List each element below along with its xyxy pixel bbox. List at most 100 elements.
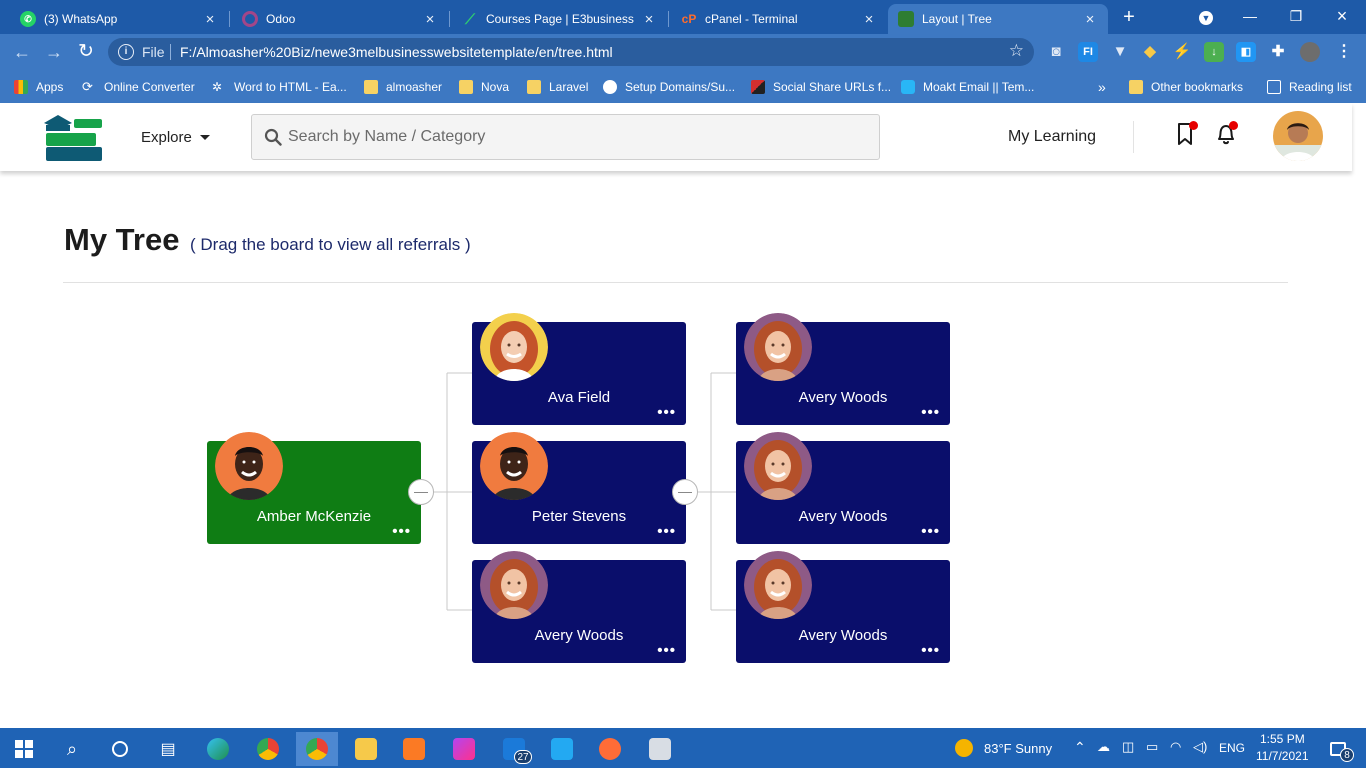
minimize-icon[interactable]: — <box>1230 4 1270 28</box>
search-box[interactable] <box>251 114 880 160</box>
bookmark-word-to-html[interactable]: ✲ Word to HTML - Ea... <box>212 77 347 97</box>
chrome-icon[interactable] <box>248 732 288 766</box>
notifications-button[interactable] <box>1214 121 1238 147</box>
bookmark-social-share[interactable]: Social Share URLs f... <box>751 77 891 97</box>
tree-node-level2-2[interactable]: Avery Woods ••• <box>736 441 950 544</box>
tab-whatsapp[interactable]: ✆ (3) WhatsApp × <box>10 4 228 34</box>
browser-menu-icon[interactable]: ⋮ <box>1334 42 1354 62</box>
app-window-icon[interactable] <box>640 732 680 766</box>
bookmark-moakt-email[interactable]: Moakt Email || Tem... <box>901 77 1034 97</box>
restore-icon[interactable]: ❐ <box>1276 4 1316 28</box>
volume-icon[interactable]: ◁) <box>1193 739 1207 755</box>
node-name: Avery Woods <box>798 389 888 406</box>
file-explorer-icon[interactable] <box>346 732 386 766</box>
bookmark-almoasher[interactable]: almoasher <box>364 77 442 97</box>
bookmark-setup-domains[interactable]: Setup Domains/Su... <box>603 77 735 97</box>
converter-icon: ⟳ <box>82 79 93 94</box>
more-options-icon[interactable]: ••• <box>657 405 676 420</box>
bookmark-online-converter[interactable]: ⟳ Online Converter <box>82 77 195 97</box>
bookmark-button[interactable] <box>1174 121 1198 147</box>
xampp-icon[interactable] <box>394 732 434 766</box>
tab-courses[interactable]: ⟋ Courses Page | E3business × <box>452 4 667 34</box>
lightning-icon[interactable]: ⚡ <box>1172 42 1192 62</box>
tab-search-icon[interactable]: ▼ <box>1186 4 1226 28</box>
back-arrow-icon[interactable]: ← <box>10 40 34 64</box>
extension-hex-icon[interactable]: ◆ <box>1140 42 1160 62</box>
edge-icon[interactable] <box>198 732 238 766</box>
tree-node-level2-1[interactable]: Avery Woods ••• <box>736 322 950 425</box>
forward-arrow-icon[interactable]: → <box>42 40 66 64</box>
more-options-icon[interactable]: ••• <box>921 405 940 420</box>
start-button[interactable] <box>4 732 44 766</box>
search-icon[interactable]: ⌕ <box>52 732 92 766</box>
notification-dot <box>1189 121 1198 130</box>
url-text[interactable]: F:/Almoasher%20Biz/newe3melbusinesswebsi… <box>180 44 613 60</box>
more-options-icon[interactable]: ••• <box>657 643 676 658</box>
camera-icon[interactable]: ◙ <box>1046 42 1066 62</box>
onedrive-icon[interactable]: ☁ <box>1097 739 1110 755</box>
cortana-icon[interactable] <box>100 732 140 766</box>
show-hidden-icons[interactable]: ⌃ <box>1074 739 1086 756</box>
profile-avatar-icon[interactable] <box>1300 42 1320 62</box>
reload-icon[interactable]: ↻ <box>74 40 98 64</box>
tab-cpanel[interactable]: cP cPanel - Terminal × <box>671 4 887 34</box>
user-avatar[interactable] <box>1273 111 1323 161</box>
tree-node-level1-3[interactable]: Avery Woods ••• <box>472 560 686 663</box>
close-icon[interactable]: × <box>422 11 438 28</box>
clock-date[interactable]: 11/7/2021 <box>1256 749 1309 763</box>
tab-odoo[interactable]: Odoo × <box>232 4 448 34</box>
vue-devtools-icon[interactable]: ▼ <box>1110 42 1130 62</box>
task-view-icon[interactable]: ▤ <box>148 732 188 766</box>
title-divider <box>63 282 1288 283</box>
postman-icon[interactable] <box>590 732 630 766</box>
chrome-active-icon[interactable] <box>296 732 338 766</box>
bookmark-laravel[interactable]: Laravel <box>527 77 588 97</box>
tree-node-root[interactable]: Amber McKenzie ••• <box>207 441 421 544</box>
battery-icon[interactable]: ▭ <box>1146 739 1158 755</box>
collapse-toggle-root[interactable] <box>408 479 434 505</box>
weather-text[interactable]: 83°F Sunny <box>984 741 1052 756</box>
more-options-icon[interactable]: ••• <box>657 524 676 539</box>
collapse-toggle-peter[interactable] <box>672 479 698 505</box>
window-close-icon[interactable]: × <box>1322 4 1362 28</box>
more-options-icon[interactable]: ••• <box>392 524 411 539</box>
extensions-puzzle-icon[interactable]: ✚ <box>1268 42 1288 62</box>
bookmark-star-icon[interactable]: ☆ <box>1009 41 1024 61</box>
address-bar[interactable]: i File F:/Almoasher%20Biz/newe3melbusine… <box>108 38 1034 66</box>
close-icon[interactable]: × <box>641 11 657 28</box>
clock-time[interactable]: 1:55 PM <box>1260 732 1305 746</box>
bookmark-nova[interactable]: Nova <box>459 77 509 97</box>
folder-icon <box>364 80 378 94</box>
word-html-icon: ✲ <box>212 80 223 94</box>
info-icon[interactable]: i <box>118 44 134 60</box>
bookmark-apps[interactable]: Apps <box>14 77 63 97</box>
calendar-icon[interactable]: 27 <box>494 732 534 766</box>
action-center-button[interactable]: 8 <box>1318 732 1358 766</box>
tree-node-level1-1[interactable]: Ava Field ••• <box>472 322 686 425</box>
wifi-icon[interactable]: ◠ <box>1170 739 1181 755</box>
bookmark-other-bookmarks[interactable]: Other bookmarks <box>1129 77 1243 97</box>
more-options-icon[interactable]: ••• <box>921 643 940 658</box>
tab-layout-tree[interactable]: Layout | Tree × <box>888 4 1108 34</box>
email-icon <box>901 80 915 94</box>
reading-list-button[interactable]: Reading list <box>1267 77 1352 97</box>
new-tab-button[interactable]: + <box>1118 6 1140 28</box>
academy-logo[interactable] <box>40 111 104 165</box>
extension-mic-icon[interactable]: ↓ <box>1204 42 1224 62</box>
bookmarks-overflow-button[interactable]: » <box>1098 77 1106 97</box>
vscode-icon[interactable] <box>542 732 582 766</box>
meet-now-icon[interactable]: ◫ <box>1122 739 1134 755</box>
more-options-icon[interactable]: ••• <box>921 524 940 539</box>
close-icon[interactable]: × <box>202 11 218 28</box>
phpstorm-icon[interactable] <box>444 732 484 766</box>
close-icon[interactable]: × <box>1082 11 1098 28</box>
my-learning-link[interactable]: My Learning <box>1008 128 1096 146</box>
extension-fi-icon[interactable]: FI <box>1078 42 1098 62</box>
search-input[interactable] <box>288 123 868 151</box>
tree-node-level1-2[interactable]: Peter Stevens ••• <box>472 441 686 544</box>
tree-node-level2-3[interactable]: Avery Woods ••• <box>736 560 950 663</box>
explore-menu[interactable]: Explore <box>141 129 210 146</box>
language-indicator[interactable]: ENG <box>1219 741 1245 755</box>
close-icon[interactable]: × <box>861 11 877 28</box>
extension-blue-icon[interactable]: ◧ <box>1236 42 1256 62</box>
